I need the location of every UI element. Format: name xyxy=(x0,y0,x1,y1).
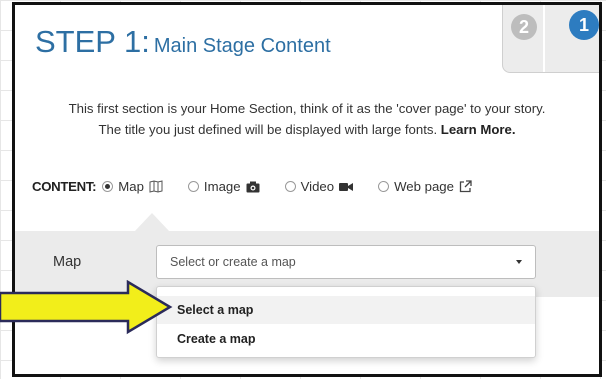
map-dropdown-menu: Select a map Create a map xyxy=(156,286,536,358)
map-select[interactable]: Select or create a map xyxy=(156,245,536,279)
yellow-arrow-annotation xyxy=(0,280,173,335)
map-radio[interactable] xyxy=(102,181,114,192)
video-camera-icon xyxy=(339,182,354,192)
section-description: This first section is your Home Section,… xyxy=(15,98,599,140)
content-type-selector: CONTENT: Map Image Video Web page xyxy=(32,179,497,194)
panel-pointer xyxy=(135,213,169,231)
map-field-label: Map xyxy=(53,254,82,270)
content-option-video[interactable]: Video xyxy=(284,179,354,194)
webpage-radio[interactable] xyxy=(378,181,390,192)
step-tabs-divider xyxy=(543,5,545,72)
map-icon xyxy=(149,180,163,193)
map-option-label: Map xyxy=(118,179,144,194)
page-title: STEP 1: Main Stage Content xyxy=(35,24,331,60)
description-line-1: This first section is your Home Section,… xyxy=(68,101,546,116)
section-title: Main Stage Content xyxy=(153,35,331,57)
external-link-icon xyxy=(459,180,472,193)
webpage-option-label: Web page xyxy=(394,179,454,194)
content-label: CONTENT: xyxy=(32,179,97,194)
step-tabs: 2 1 xyxy=(502,5,599,73)
content-option-image[interactable]: Image xyxy=(187,179,260,194)
menu-item-create-map[interactable]: Create a map xyxy=(157,325,535,353)
step-1-tab[interactable]: 1 xyxy=(569,10,599,40)
menu-item-select-map[interactable]: Select a map xyxy=(157,296,535,324)
content-option-map[interactable]: Map xyxy=(102,179,163,194)
description-line-2: The title you just defined will be displ… xyxy=(15,119,599,140)
learn-more-link[interactable]: Learn More. xyxy=(441,122,516,137)
step-label: STEP 1: xyxy=(35,24,150,59)
video-radio[interactable] xyxy=(284,181,296,192)
camera-icon xyxy=(246,181,260,193)
step-2-tab[interactable]: 2 xyxy=(511,14,537,40)
content-option-webpage[interactable]: Web page xyxy=(378,179,472,194)
image-radio[interactable] xyxy=(187,181,199,192)
chevron-down-icon xyxy=(516,260,522,264)
map-select-placeholder: Select or create a map xyxy=(170,255,296,269)
description-line-2-text: The title you just defined will be displ… xyxy=(98,122,438,137)
video-option-label: Video xyxy=(300,179,335,194)
image-option-label: Image xyxy=(203,179,241,194)
